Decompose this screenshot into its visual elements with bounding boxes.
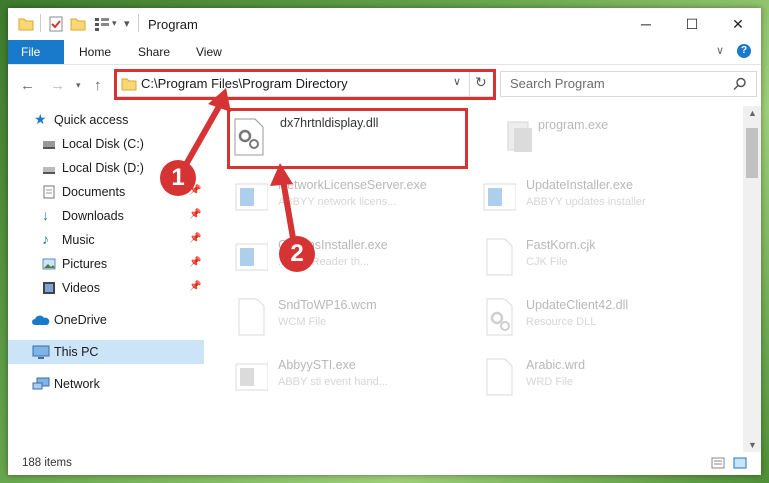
arrow-overlays xyxy=(181,88,297,247)
callout-2: 2 xyxy=(279,236,315,272)
callout-1: 1 xyxy=(160,160,196,196)
explorer-window: ▾ ▾ Program ─ ☐ ✕ File Home Share View ∨… xyxy=(8,8,761,475)
arrow-2 xyxy=(270,163,297,247)
arrow-1 xyxy=(181,88,231,171)
